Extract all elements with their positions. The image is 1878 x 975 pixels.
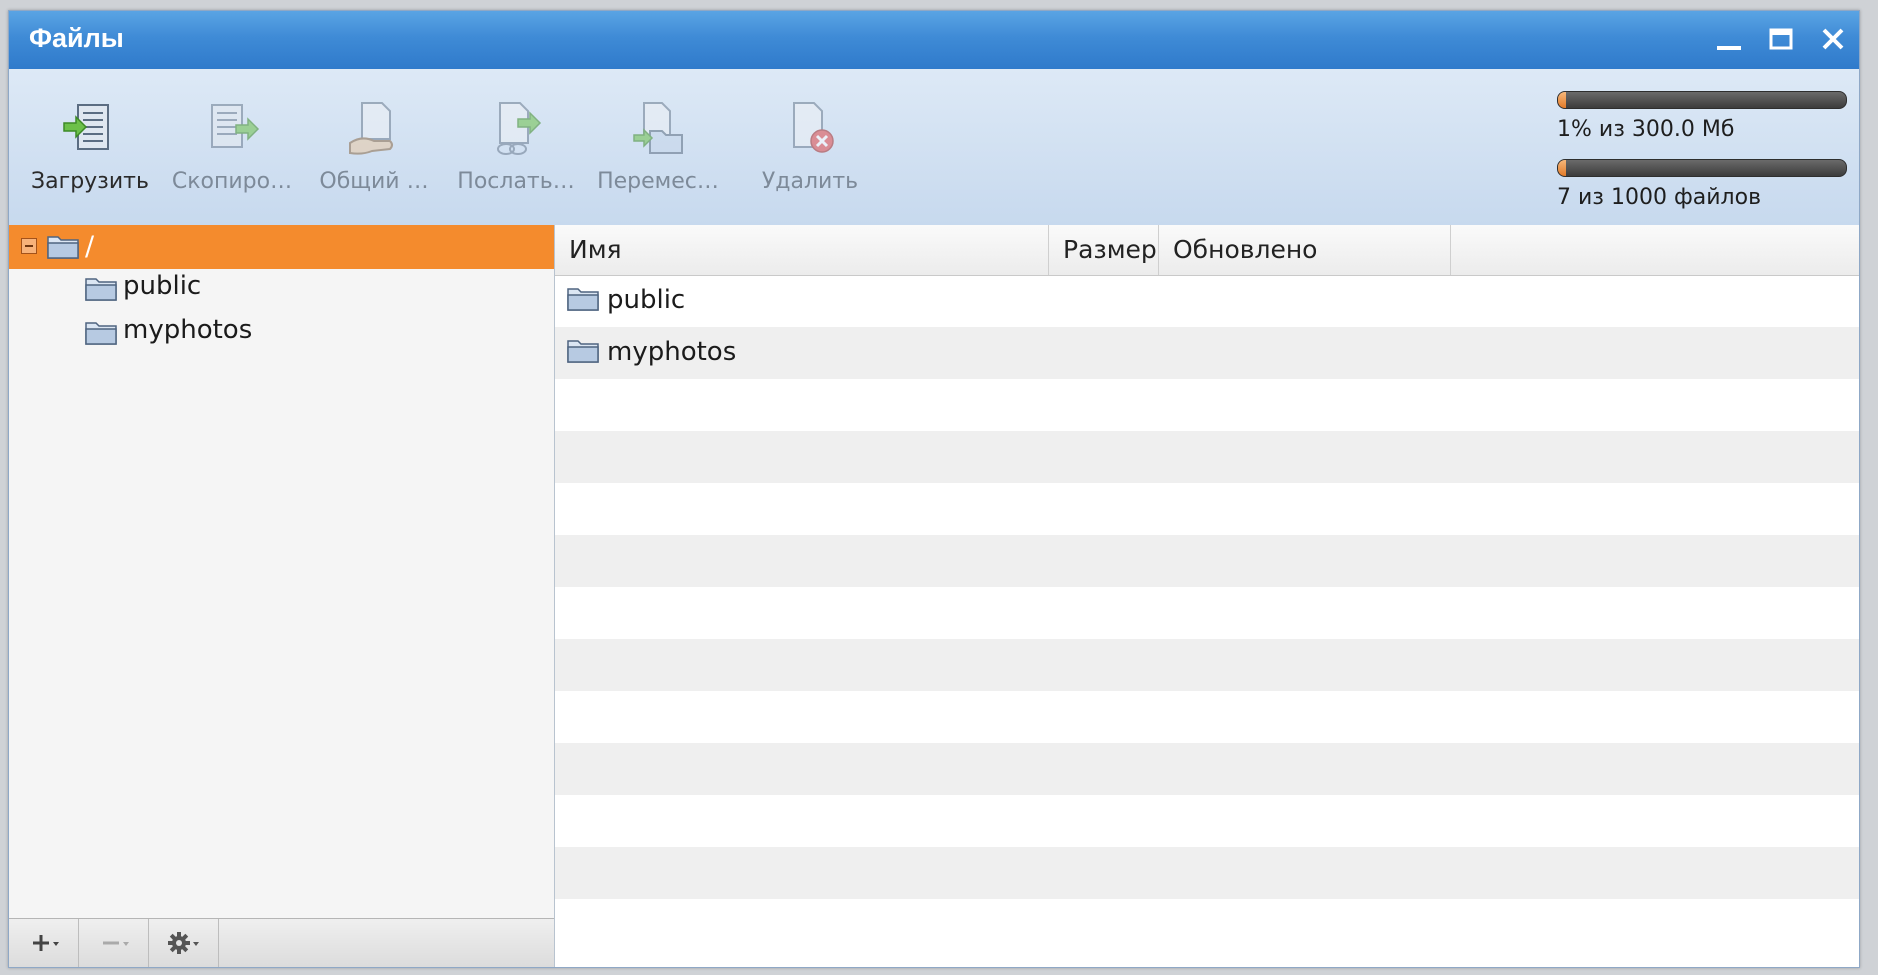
empty-row [555, 535, 1859, 587]
close-icon [1822, 28, 1844, 50]
grid-header: Имя Размер Обновлено [555, 225, 1859, 276]
toolbar: Загрузить Скопиро… Общий … Послать… Пере… [9, 69, 1859, 226]
minimize-icon [1717, 46, 1741, 50]
files-quota: 7 из 1000 файлов [1557, 159, 1847, 210]
table-row[interactable]: public [555, 275, 1859, 327]
maximize-icon [1769, 28, 1793, 50]
tree-root-label: / [85, 231, 95, 262]
row-name: public [607, 285, 686, 315]
send-label: Послать… [457, 169, 575, 194]
send-button[interactable]: Послать… [445, 99, 587, 209]
tree-root-node[interactable]: / [9, 225, 554, 269]
plus-dropdown-icon [33, 935, 59, 951]
move-button[interactable]: Перемес… [587, 99, 729, 209]
empty-row [555, 691, 1859, 743]
empty-row [555, 795, 1859, 847]
space-progress-fill [1558, 92, 1566, 108]
empty-row [555, 899, 1859, 951]
folder-icon [567, 285, 599, 311]
tree-item-label: myphotos [123, 315, 253, 345]
empty-row [555, 639, 1859, 691]
empty-row [555, 483, 1859, 535]
empty-row [555, 431, 1859, 483]
close-button[interactable] [1813, 19, 1853, 59]
collapse-icon[interactable] [21, 238, 37, 254]
folder-icon [567, 337, 599, 363]
tree-footer-toolbar [9, 918, 554, 967]
space-quota: 1% из 300.0 Мб [1557, 91, 1847, 142]
files-progress-fill [1558, 160, 1566, 176]
maximize-button[interactable] [1761, 19, 1801, 59]
empty-row [555, 743, 1859, 795]
delete-document-icon [780, 99, 840, 159]
share-hand-icon [344, 99, 404, 159]
space-quota-text: 1% из 300.0 Мб [1557, 117, 1735, 142]
delete-button[interactable]: Удалить [739, 99, 881, 209]
upload-label: Загрузить [31, 169, 149, 194]
move-folder-icon [628, 99, 688, 159]
column-updated-header[interactable]: Обновлено [1159, 225, 1451, 275]
minimize-button[interactable] [1709, 19, 1749, 59]
copy-button[interactable]: Скопиро… [161, 99, 303, 209]
folder-icon [85, 319, 117, 345]
column-name-header[interactable]: Имя [555, 225, 1049, 275]
files-window: Файлы Загрузить Скопиро… Общий … Послать… [8, 10, 1860, 968]
window-title: Файлы [29, 23, 124, 53]
copy-label: Скопиро… [171, 169, 293, 194]
send-link-icon [486, 99, 546, 159]
upload-server-icon [60, 99, 120, 159]
copy-document-icon [202, 99, 262, 159]
upload-button[interactable]: Загрузить [19, 99, 161, 209]
gear-dropdown-icon [168, 932, 199, 954]
empty-row [555, 379, 1859, 431]
empty-row [555, 847, 1859, 899]
table-row[interactable]: myphotos [555, 327, 1859, 379]
folder-icon [85, 275, 117, 301]
files-progress-bar [1557, 159, 1847, 177]
share-label: Общий … [319, 169, 429, 194]
empty-row [555, 587, 1859, 639]
settings-button[interactable] [149, 919, 219, 967]
remove-folder-button[interactable] [79, 919, 149, 967]
files-quota-text: 7 из 1000 файлов [1557, 185, 1762, 210]
minus-dropdown-icon [103, 941, 129, 946]
title-bar[interactable]: Файлы [9, 11, 1859, 70]
file-grid: Имя Размер Обновлено public myphotos [555, 225, 1859, 967]
column-size-header[interactable]: Размер [1049, 225, 1159, 275]
tree-item-label: public [123, 271, 202, 301]
space-progress-bar [1557, 91, 1847, 109]
move-label: Перемес… [597, 169, 719, 194]
share-button[interactable]: Общий … [303, 99, 445, 209]
row-name: myphotos [607, 337, 737, 367]
folder-icon [47, 233, 79, 259]
add-folder-button[interactable] [9, 919, 79, 967]
delete-label: Удалить [761, 169, 859, 194]
folder-tree: / public myphotos [9, 225, 555, 967]
